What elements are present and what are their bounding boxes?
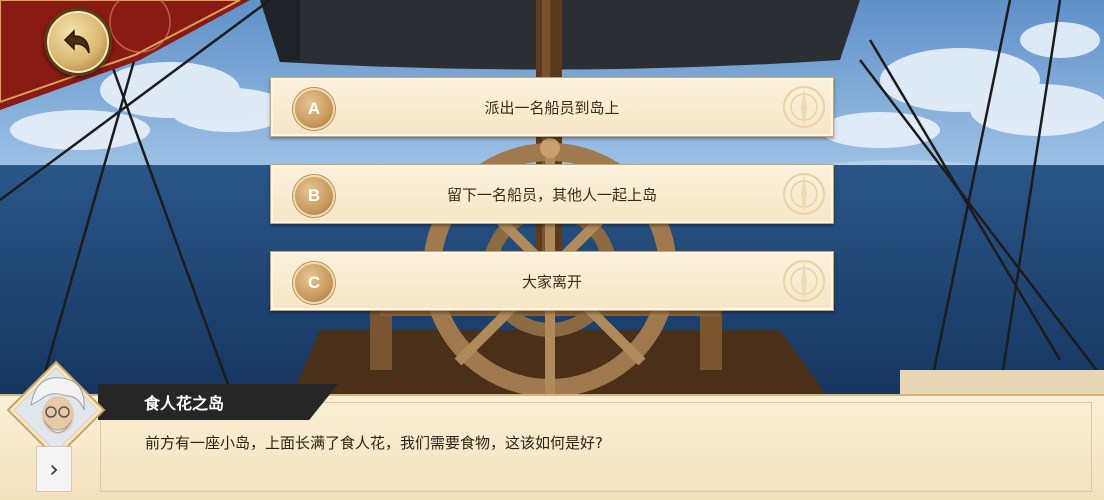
choice-label: 大家离开 xyxy=(521,272,582,291)
next-dialog-button[interactable]: › xyxy=(36,446,72,492)
back-button[interactable] xyxy=(44,8,112,76)
compass-ornament-icon xyxy=(783,260,825,302)
choice-option-c[interactable]: C 大家离开 xyxy=(270,251,834,311)
choice-label: 留下一名船员，其他人一起上岛 xyxy=(446,185,657,204)
back-arrow-icon xyxy=(63,29,90,54)
compass-ornament-icon xyxy=(783,173,825,215)
compass-ornament-icon xyxy=(783,86,825,128)
speaker-name: 食人花之岛 xyxy=(144,394,225,413)
choice-option-a[interactable]: A 派出一名船员到岛上 xyxy=(270,77,834,137)
choice-label: 派出一名船员到岛上 xyxy=(484,98,620,117)
dialog-text: 前方有一座小岛，上面长满了食人花，我们需要食物，这该如何是好? xyxy=(145,434,603,452)
character-avatar xyxy=(6,360,106,460)
chevron-right-icon: › xyxy=(49,455,59,483)
choice-option-b[interactable]: B 留下一名船员，其他人一起上岛 xyxy=(270,164,834,224)
